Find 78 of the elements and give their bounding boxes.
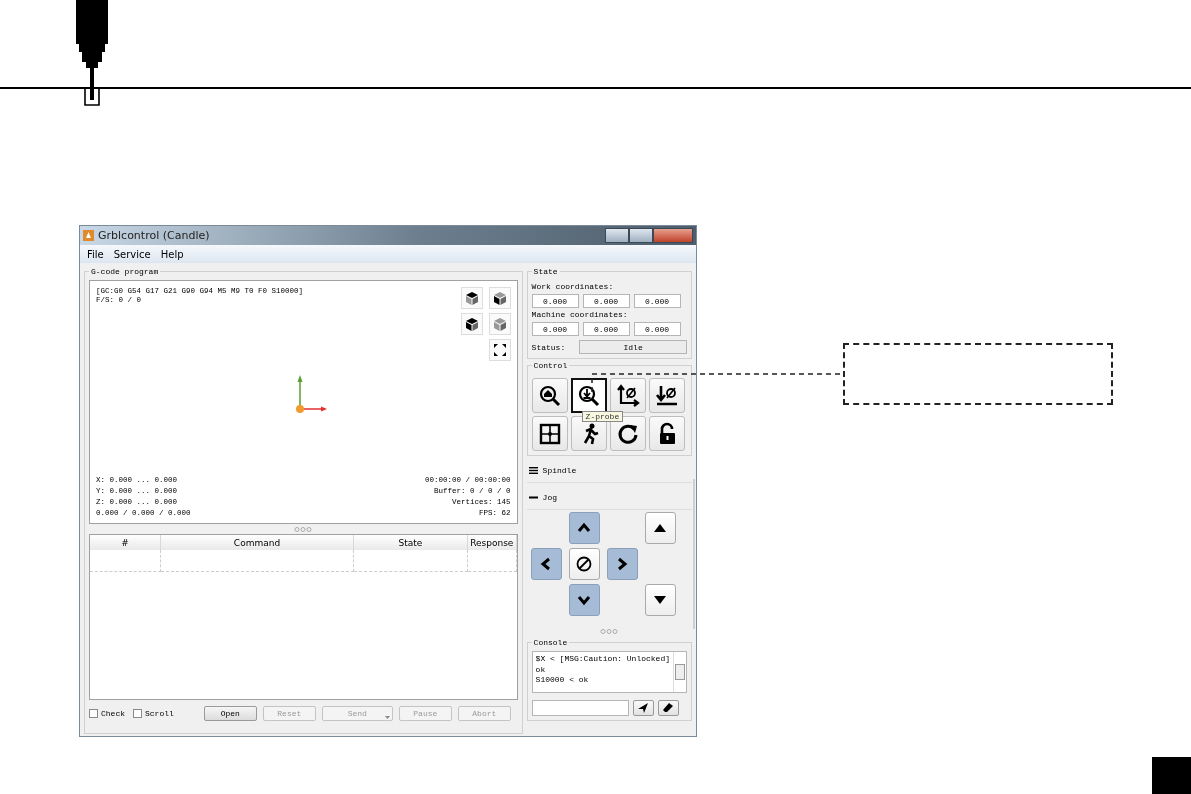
jog-down-button[interactable] [568, 584, 600, 616]
coordinate-field: 0.000 [633, 294, 681, 308]
table-cell [90, 550, 161, 572]
group-title: Console [532, 638, 569, 647]
checkbox[interactable] [133, 709, 142, 718]
home-button[interactable] [531, 378, 568, 413]
console-line: $X < [MSG:Caution: Unlocked] [535, 654, 670, 665]
column-header[interactable]: State [354, 535, 468, 550]
scrollbar-thumb[interactable] [675, 664, 685, 680]
page-tab-block [1152, 757, 1191, 794]
fit-view-button[interactable] [488, 339, 511, 361]
checkbox-label: Check [101, 709, 125, 718]
status-field: Idle [579, 340, 687, 354]
menu-icon[interactable] [528, 466, 538, 474]
action-button[interactable]: Open [203, 706, 257, 721]
zprobe-icon [576, 383, 601, 408]
maximize-button[interactable] [629, 228, 653, 243]
jog-up-button[interactable] [568, 512, 600, 544]
jog-right-button[interactable] [606, 548, 638, 580]
zero-z-icon [654, 383, 679, 408]
panel-title[interactable]: Spindle [542, 465, 577, 475]
column-header[interactable]: # [90, 535, 161, 550]
window-title: Grblcontrol (Candle) [98, 229, 210, 242]
panel-title[interactable]: Jog [542, 492, 557, 502]
eraser-icon [662, 702, 675, 714]
column-header[interactable]: Command [161, 535, 354, 550]
coordinate-field: 0.000 [633, 322, 681, 336]
menu-item[interactable]: Service [112, 248, 152, 260]
expand-icon [491, 342, 508, 358]
cube-icon [491, 316, 508, 332]
z-down-button[interactable] [644, 584, 676, 616]
coordinate-field: 0.000 [582, 322, 630, 336]
unlock-button[interactable] [648, 416, 685, 451]
caret-icon [384, 716, 390, 719]
splitter-handle[interactable] [294, 526, 313, 532]
group-title: State [532, 267, 559, 276]
group-title: Control [532, 361, 569, 370]
field-label: Work coordinates: [531, 281, 615, 293]
restore-origin-button[interactable] [531, 416, 568, 451]
view-button[interactable] [488, 287, 511, 309]
zprobe-button[interactable] [570, 378, 607, 413]
console-line: ok [535, 664, 547, 675]
cube-icon [491, 290, 508, 306]
tooltip: Z-probe [581, 411, 624, 422]
home-icon [537, 383, 562, 408]
menu-item[interactable]: File [86, 248, 105, 260]
send-button[interactable] [632, 700, 654, 716]
console-line: S10000 < ok [535, 675, 590, 686]
paper-plane-icon [637, 702, 650, 714]
cube-icon [463, 290, 480, 306]
axes-drawing [294, 373, 328, 415]
coordinate-field: 0.000 [582, 294, 630, 308]
checkbox-label: Scroll [145, 709, 174, 718]
cube-icon [463, 316, 480, 332]
menu-item[interactable]: Help [159, 248, 185, 260]
view-button[interactable] [460, 287, 483, 309]
table-cell [468, 550, 517, 572]
zero-xy-icon [615, 383, 640, 408]
prohibited-icon [576, 556, 593, 572]
zero-z-button[interactable] [648, 378, 685, 413]
group-title: G-code program [90, 267, 160, 276]
view-button[interactable] [460, 313, 483, 335]
jog-left-button[interactable] [530, 548, 562, 580]
splitter-handle[interactable] [600, 628, 619, 634]
minimize-button[interactable] [605, 228, 629, 243]
column-header[interactable]: Response [468, 535, 517, 550]
z-up-button[interactable] [644, 512, 676, 544]
field-label: Machine coordinates: [531, 309, 629, 321]
app-icon [83, 230, 94, 241]
close-button[interactable] [653, 228, 693, 243]
field-label: Status: [531, 342, 566, 352]
clear-button[interactable] [657, 700, 679, 716]
coordinate-field: 0.000 [531, 322, 579, 336]
stop-button[interactable] [568, 548, 600, 580]
coordinate-field: 0.000 [531, 294, 579, 308]
checkbox[interactable] [89, 709, 98, 718]
command-input[interactable] [531, 700, 629, 716]
zero-xy-button[interactable] [609, 378, 646, 413]
